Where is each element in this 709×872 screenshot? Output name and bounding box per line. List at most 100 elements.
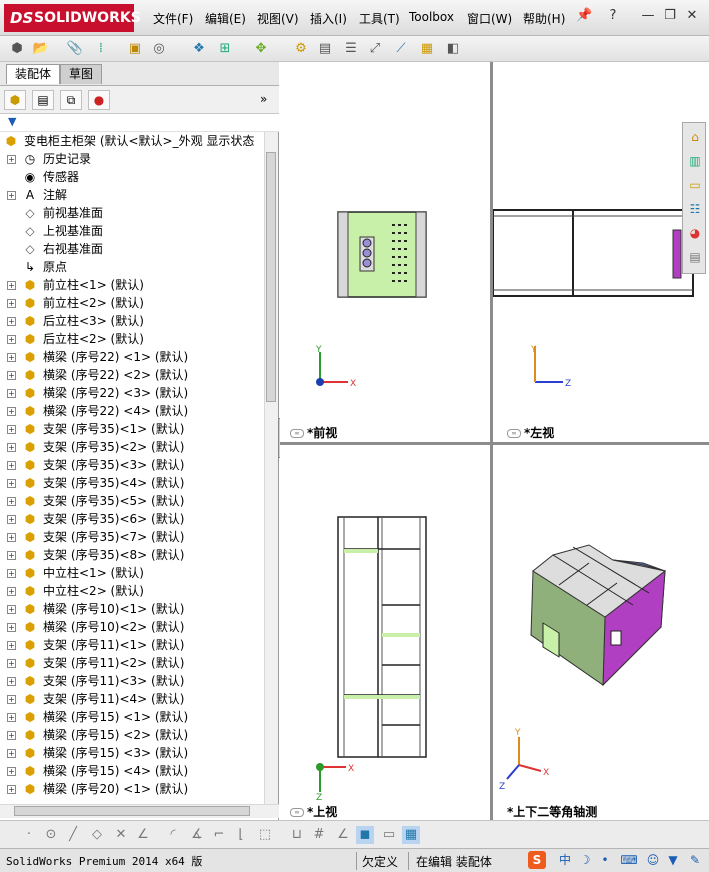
mass-props-icon[interactable]: ▦ xyxy=(418,40,436,58)
expand-toggle-icon[interactable]: + xyxy=(7,623,16,632)
tree-item[interactable]: + ◷ 历史记录 xyxy=(0,150,264,168)
viewport-front[interactable]: Y X ∞ *前视 xyxy=(280,62,490,442)
expand-toggle-icon[interactable]: + xyxy=(7,677,16,686)
graphics-area[interactable]: ⤡ ▯ ◩ ◪ ∞ ◕ ✿ ◫ ◫ — ❐ ✕ xyxy=(280,62,709,820)
tree-item[interactable]: + ⬢ 后立柱<3> (默认) xyxy=(0,312,264,330)
ime-punctuation-icon[interactable]: • xyxy=(596,851,614,869)
expand-toggle-icon[interactable]: + xyxy=(7,731,16,740)
ime-settings-icon[interactable]: ✎ xyxy=(686,851,704,869)
tree-item[interactable]: + ⬢ 横梁 (序号10)<1> (默认) xyxy=(0,600,264,618)
ime-halfwidth-icon[interactable]: ☽ xyxy=(576,851,594,869)
feature-manager-icon[interactable]: ⬢ xyxy=(4,90,26,110)
expand-toggle-icon[interactable]: + xyxy=(7,281,16,290)
link-views-icon[interactable]: ∞ xyxy=(290,808,304,817)
arc-icon[interactable]: ◜ xyxy=(164,826,182,844)
two-view-button[interactable]: ▭ xyxy=(380,826,398,844)
tree-item[interactable]: + ⬢ 支架 (序号35)<4> (默认) xyxy=(0,474,264,492)
expand-toggle-icon[interactable]: + xyxy=(7,515,16,524)
expand-toggle-icon[interactable]: + xyxy=(7,767,16,776)
solidworks-logo[interactable]: DS SOLIDWORKS xyxy=(4,4,141,32)
minimize-button[interactable]: — xyxy=(640,8,656,24)
tree-item[interactable]: + ⬢ 横梁 (序号22) <4> (默认) xyxy=(0,402,264,420)
expand-toggle-icon[interactable]: + xyxy=(7,551,16,560)
appearances-icon[interactable]: ◕ xyxy=(685,223,705,243)
tree-item[interactable]: + ⬢ 支架 (序号11)<3> (默认) xyxy=(0,672,264,690)
tree-item[interactable]: + A 注解 xyxy=(0,186,264,204)
expand-toggle-icon[interactable]: + xyxy=(7,659,16,668)
expand-toggle-icon[interactable]: + xyxy=(7,533,16,542)
display-pane-icon[interactable]: ◧ xyxy=(444,40,462,58)
tree-item[interactable]: ◇ 前视基准面 xyxy=(0,204,264,222)
circle-icon[interactable]: ⊙ xyxy=(42,826,60,844)
expand-toggle-icon[interactable]: + xyxy=(7,443,16,452)
tree-item[interactable]: + ⬢ 中立柱<1> (默认) xyxy=(0,564,264,582)
home-icon[interactable]: ⌂ xyxy=(685,127,705,147)
expand-toggle-icon[interactable]: + xyxy=(7,605,16,614)
mate-icon[interactable]: ⁞ xyxy=(92,40,110,58)
move-component-icon[interactable]: ✥ xyxy=(252,40,270,58)
tree-item[interactable]: + ⬢ 横梁 (序号15) <4> (默认) xyxy=(0,762,264,780)
iso-view-button[interactable]: ◼ xyxy=(356,826,374,844)
expand-toggle-icon[interactable]: + xyxy=(7,695,16,704)
expand-toggle-icon[interactable]: + xyxy=(7,479,16,488)
pin-icon[interactable]: 📌 xyxy=(576,8,592,24)
tree-item[interactable]: + ⬢ 支架 (序号11)<4> (默认) xyxy=(0,690,264,708)
tree-item[interactable]: + ⬢ 支架 (序号35)<7> (默认) xyxy=(0,528,264,546)
tree-item[interactable]: ◇ 右视基准面 xyxy=(0,240,264,258)
menu-insert[interactable]: 插入(I) xyxy=(310,10,347,27)
tree-item[interactable]: + ⬢ 横梁 (序号10)<2> (默认) xyxy=(0,618,264,636)
menu-tools[interactable]: 工具(T) xyxy=(359,10,400,27)
expand-toggle-icon[interactable]: + xyxy=(7,299,16,308)
tree-item[interactable]: + ⬢ 前立柱<1> (默认) xyxy=(0,276,264,294)
expand-toggle-icon[interactable]: + xyxy=(7,155,16,164)
interference-icon[interactable]: ⤢ xyxy=(366,40,384,58)
ime-chinese-icon[interactable]: 中 xyxy=(556,851,574,869)
viewport-left[interactable]: Y Z ∞ *左视 xyxy=(492,62,709,442)
ime-user-icon[interactable]: ☺ xyxy=(644,851,662,869)
tree-item[interactable]: + ⬢ 支架 (序号11)<1> (默认) xyxy=(0,636,264,654)
expand-toggle-icon[interactable]: + xyxy=(7,353,16,362)
tree-item[interactable]: + ⬢ 横梁 (序号22) <1> (默认) xyxy=(0,348,264,366)
menu-toolbox[interactable]: Toolbox xyxy=(409,10,454,24)
paperclip-icon[interactable]: 📎 xyxy=(66,40,84,58)
help-icon[interactable]: ? xyxy=(605,8,621,24)
tree-item[interactable]: ◇ 上视基准面 xyxy=(0,222,264,240)
corner-icon[interactable]: ⌊ xyxy=(232,826,250,844)
tree-item[interactable]: + ⬢ 后立柱<2> (默认) xyxy=(0,330,264,348)
point-icon[interactable]: · xyxy=(20,826,38,844)
menu-help[interactable]: 帮助(H) xyxy=(523,10,565,27)
appearance-manager-icon[interactable]: ● xyxy=(88,90,110,110)
tree-item[interactable]: + ⬢ 横梁 (序号22) <2> (默认) xyxy=(0,366,264,384)
tree-root[interactable]: ⬢ 变电柜主柜架 (默认<默认>_外观 显示状态 xyxy=(0,132,264,150)
line-icon[interactable]: ╱ xyxy=(64,826,82,844)
expand-toggle-icon[interactable]: + xyxy=(7,371,16,380)
expand-toggle-icon[interactable]: + xyxy=(7,389,16,398)
restore-button[interactable]: ❐ xyxy=(662,8,678,24)
menu-edit[interactable]: 编辑(E) xyxy=(205,10,246,27)
expand-toggle-icon[interactable]: + xyxy=(7,713,16,722)
reference-geometry-icon[interactable]: ⊞ xyxy=(216,40,234,58)
grid-icon[interactable]: # xyxy=(310,826,328,844)
tree-item[interactable]: ↳ 原点 xyxy=(0,258,264,276)
tab-assembly[interactable]: 装配体 xyxy=(6,64,61,84)
link-views-icon[interactable]: ∞ xyxy=(507,429,521,438)
expand-toggle-icon[interactable]: + xyxy=(7,191,16,200)
tree-item[interactable]: + ⬢ 支架 (序号35)<6> (默认) xyxy=(0,510,264,528)
expand-toggle-icon[interactable]: + xyxy=(7,461,16,470)
tree-item[interactable]: + ⬢ 支架 (序号35)<5> (默认) xyxy=(0,492,264,510)
ime-skin-icon[interactable]: ▼ xyxy=(664,851,682,869)
expand-toggle-icon[interactable]: + xyxy=(7,749,16,758)
tree-item[interactable]: + ⬢ 横梁 (序号15) <1> (默认) xyxy=(0,708,264,726)
tree-scroll-thumb[interactable] xyxy=(266,152,276,402)
expand-toggle-icon[interactable]: + xyxy=(7,569,16,578)
expand-toggle-icon[interactable]: + xyxy=(7,317,16,326)
trim-icon[interactable]: ✕ xyxy=(112,826,130,844)
measure-icon[interactable]: ⟋ xyxy=(392,40,410,58)
polygon-icon[interactable]: ◇ xyxy=(88,826,106,844)
tree-item[interactable]: + ⬢ 支架 (序号11)<2> (默认) xyxy=(0,654,264,672)
link-views-icon[interactable]: ∞ xyxy=(290,429,304,438)
menu-view[interactable]: 视图(V) xyxy=(257,10,299,27)
expand-chevron-icon[interactable]: » xyxy=(260,92,267,106)
tree-item[interactable]: ◉ 传感器 xyxy=(0,168,264,186)
fillet-icon[interactable]: ⌐ xyxy=(210,826,228,844)
